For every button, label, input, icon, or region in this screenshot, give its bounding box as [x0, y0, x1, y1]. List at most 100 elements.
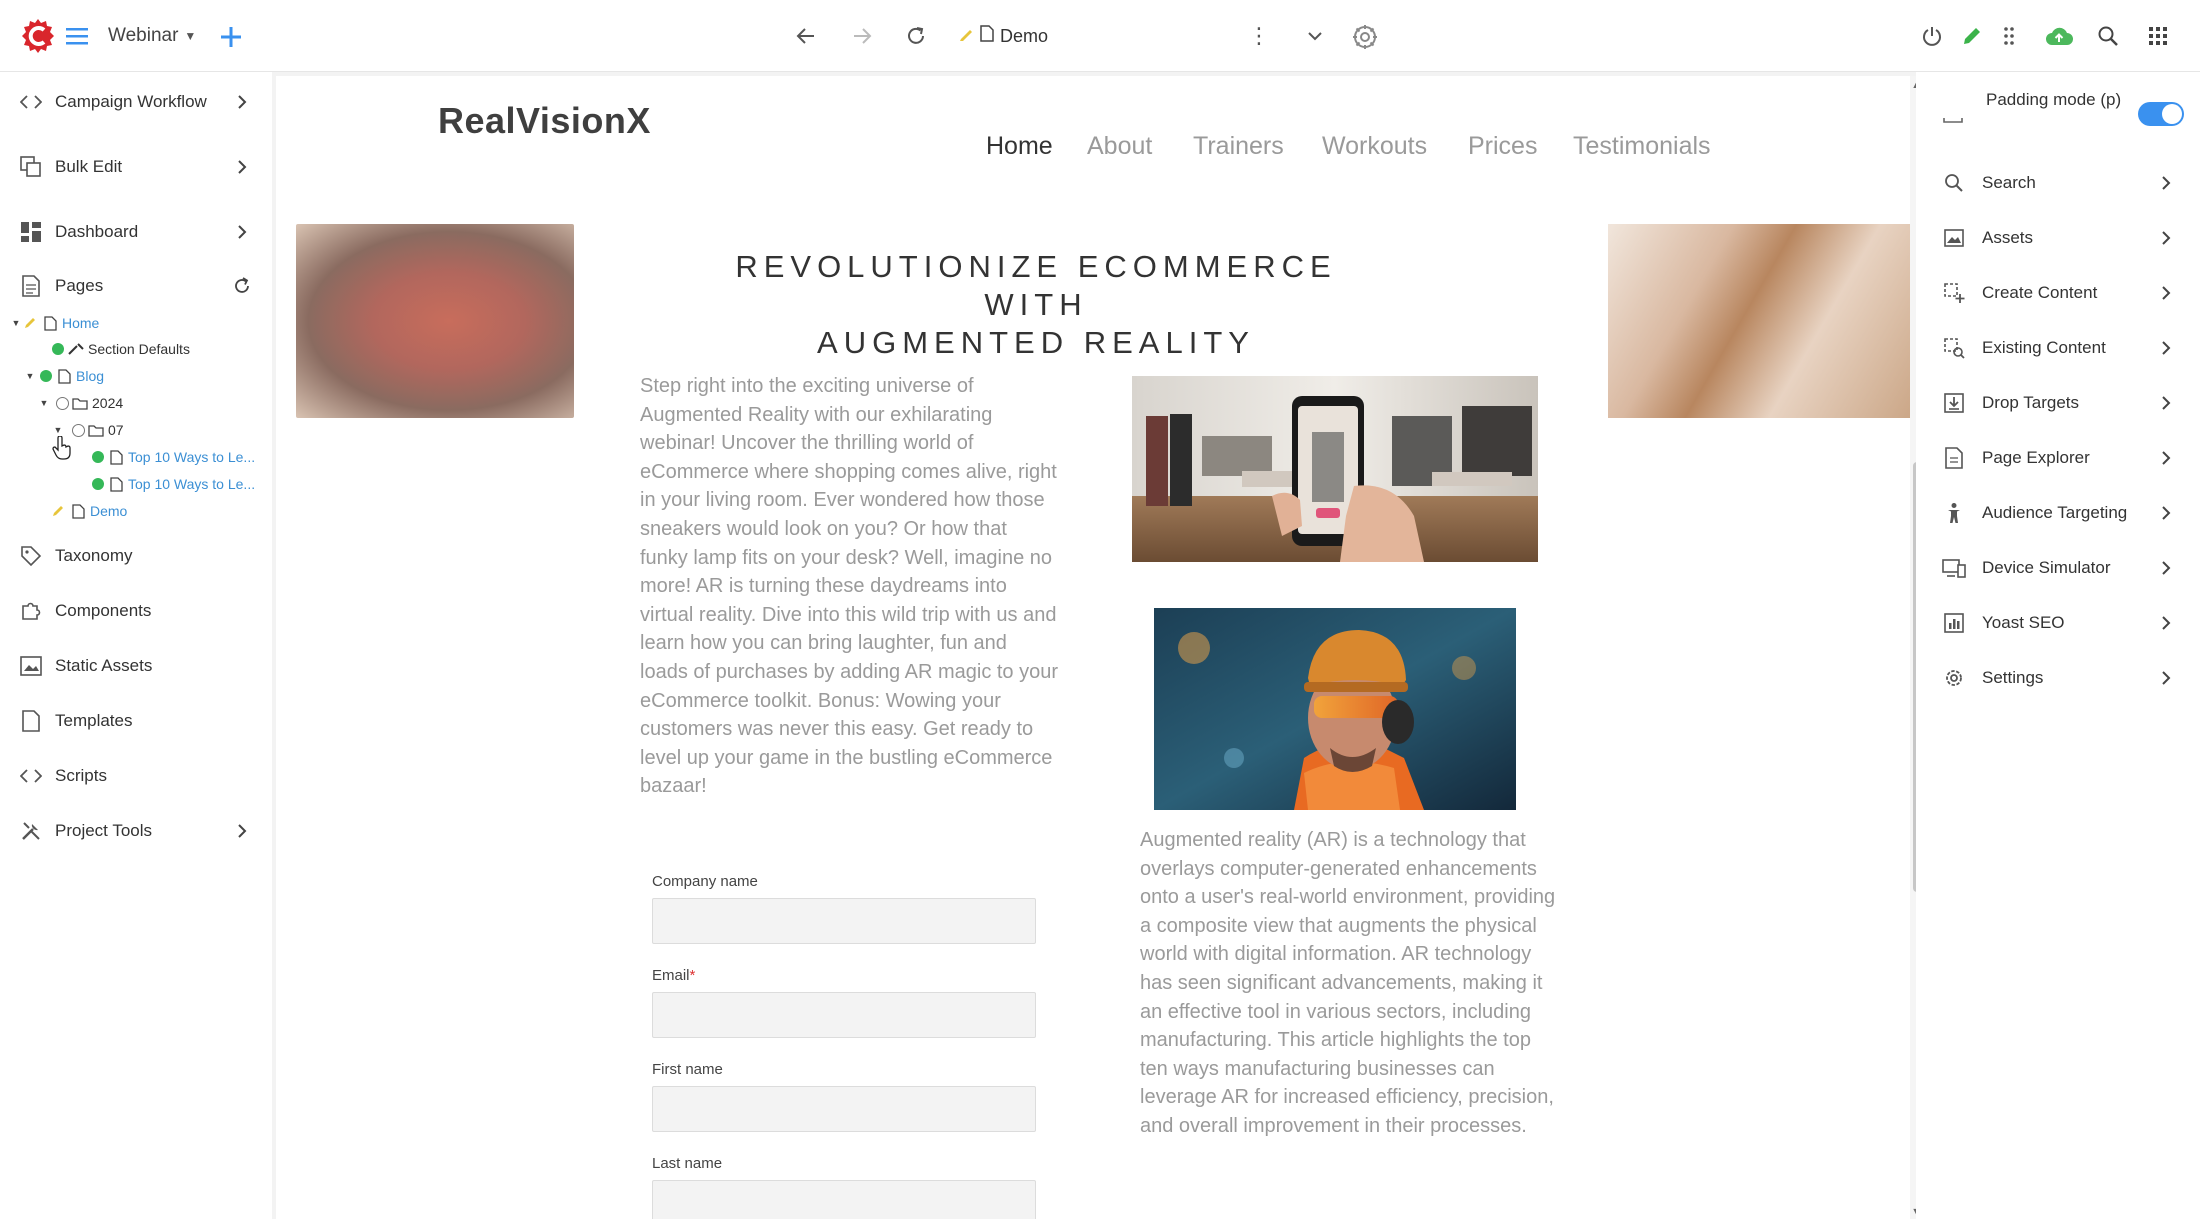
- email-input[interactable]: [652, 992, 1036, 1038]
- ar-article-paragraph[interactable]: Augmented reality (AR) is a technology t…: [1140, 826, 1560, 1141]
- site-name: Webinar: [108, 25, 179, 46]
- company-name-input[interactable]: [652, 898, 1036, 944]
- chevron-right-icon: [232, 821, 252, 841]
- intro-paragraph[interactable]: Step right into the exciting universe of…: [640, 372, 1060, 801]
- menu-icon[interactable]: [62, 20, 94, 52]
- panel-item-search[interactable]: Search: [1920, 158, 2200, 208]
- tree-node-demo[interactable]: Demo: [50, 498, 127, 524]
- tree-node-article-1[interactable]: Top 10 Ways to Le...: [92, 444, 255, 470]
- padding-mode-label: Padding mode (p): [1986, 90, 2122, 109]
- site-selector[interactable]: Webinar ▼: [108, 18, 196, 54]
- site-nav-prices[interactable]: Prices: [1468, 132, 1537, 161]
- power-icon[interactable]: [1916, 20, 1948, 52]
- page-icon: [980, 25, 994, 47]
- padding-icon: [1942, 108, 1964, 126]
- tree-node-label: Home: [62, 315, 100, 331]
- more-options-icon[interactable]: ⋮: [1244, 20, 1274, 52]
- tree-node-section-defaults[interactable]: Section Defaults: [52, 336, 190, 362]
- chevron-down-icon[interactable]: [1300, 20, 1330, 52]
- sidebar-item-dashboard[interactable]: Dashboard: [0, 205, 270, 259]
- tree-node-article-2[interactable]: Top 10 Ways to Le...: [92, 471, 255, 497]
- padding-mode-toggle[interactable]: [2138, 102, 2184, 126]
- page-icon: [18, 273, 44, 299]
- expand-toggle-icon[interactable]: ▼: [38, 397, 50, 409]
- forward-arrow-icon[interactable]: [846, 20, 878, 52]
- person-icon: [1942, 501, 1966, 525]
- scroll-down-icon[interactable]: ▼: [1910, 1206, 1916, 1216]
- site-nav-trainers[interactable]: Trainers: [1193, 132, 1284, 161]
- site-nav-about[interactable]: About: [1087, 132, 1152, 161]
- panel-item-audience-targeting[interactable]: Audience Targeting: [1920, 488, 2200, 538]
- sidebar-item-pages[interactable]: Pages: [0, 259, 270, 313]
- panel-item-create-content[interactable]: Create Content: [1920, 268, 2200, 318]
- scroll-up-icon[interactable]: ▲: [1910, 80, 1916, 90]
- toggle-knob: [2162, 104, 2182, 124]
- code-icon: [18, 89, 44, 115]
- last-name-input[interactable]: [652, 1180, 1036, 1219]
- folder-icon: [72, 395, 88, 411]
- panel-item-device-simulator[interactable]: Device Simulator: [1920, 543, 2200, 593]
- email-label: Email*: [652, 967, 696, 984]
- sidebar-item-project-tools[interactable]: Project Tools: [0, 804, 270, 858]
- site-nav-workouts[interactable]: Workouts: [1322, 132, 1427, 161]
- hero-title[interactable]: REVOLUTIONIZE ECOMMERCE WITH AUGMENTED R…: [686, 248, 1386, 362]
- page-preview: RealVisionX Home About Trainers Workouts…: [276, 76, 1916, 1219]
- site-nav-testimonials[interactable]: Testimonials: [1573, 132, 1711, 161]
- page-icon: [56, 368, 72, 384]
- edit-mode-pencil-icon[interactable]: [1956, 20, 1988, 52]
- panel-item-drop-targets[interactable]: Drop Targets: [1920, 378, 2200, 428]
- panel-item-label: Audience Targeting: [1982, 503, 2128, 522]
- top-toolbar: Webinar ▼ Demo ⋮: [0, 0, 2200, 72]
- sidebar-item-scripts[interactable]: Scripts: [0, 749, 270, 803]
- tree-node-blog[interactable]: ▼ Blog: [24, 363, 105, 389]
- panel-item-label: Search: [1982, 173, 2036, 192]
- panel-item-assets[interactable]: Assets: [1920, 213, 2200, 263]
- tree-node-2024[interactable]: ▼ 2024: [38, 390, 124, 416]
- ar-shopping-phone-image[interactable]: [1132, 376, 1538, 562]
- sidebar-item-label: Taxonomy: [55, 546, 133, 565]
- canvas-scrollbar-thumb[interactable]: [1913, 462, 1916, 892]
- status-dot: [92, 478, 104, 490]
- tree-node-home[interactable]: ▼ Home: [10, 310, 100, 336]
- publish-cloud-icon[interactable]: [2040, 20, 2078, 52]
- page-address-bar[interactable]: Demo: [950, 14, 1280, 58]
- caret-down-icon: ▼: [184, 29, 197, 43]
- panel-item-label: Settings: [1982, 668, 2044, 687]
- sidebar-item-components[interactable]: Components: [0, 584, 270, 638]
- tree-node-label: Blog: [76, 368, 105, 384]
- expand-toggle-icon[interactable]: ▼: [24, 370, 36, 382]
- site-settings-icon[interactable]: [1348, 20, 1382, 54]
- pencil-icon: [50, 503, 66, 519]
- reload-icon[interactable]: [900, 20, 932, 52]
- panel-item-yoast-seo[interactable]: Yoast SEO: [1920, 598, 2200, 648]
- hero-background-image-right: [1608, 224, 1916, 418]
- sidebar-item-label: Pages: [55, 276, 104, 295]
- search-icon[interactable]: [2092, 20, 2124, 52]
- sidebar-item-label: Dashboard: [55, 222, 139, 241]
- refresh-icon[interactable]: [232, 276, 252, 296]
- sidebar-item-templates[interactable]: Templates: [0, 694, 270, 748]
- chevron-right-icon: [2156, 558, 2176, 578]
- site-nav-home[interactable]: Home: [986, 132, 1053, 161]
- back-arrow-icon[interactable]: [790, 20, 822, 52]
- crafter-logo-icon[interactable]: [20, 16, 56, 56]
- sidebar-item-label: Campaign Workflow: [55, 92, 207, 111]
- site-brand[interactable]: RealVisionX: [438, 100, 651, 142]
- sidebar-item-campaign-workflow[interactable]: Campaign Workflow: [0, 75, 270, 129]
- drag-grip-icon[interactable]: [1996, 20, 2022, 52]
- panel-item-existing-content[interactable]: Existing Content: [1920, 323, 2200, 373]
- page-icon: [108, 449, 124, 465]
- ar-worker-headset-image[interactable]: [1154, 608, 1516, 810]
- add-icon[interactable]: [214, 20, 248, 54]
- panel-item-page-explorer[interactable]: Page Explorer: [1920, 433, 2200, 483]
- apps-grid-icon[interactable]: [2142, 20, 2174, 52]
- sidebar-item-static-assets[interactable]: Static Assets: [0, 639, 270, 693]
- sidebar-item-bulk-edit[interactable]: Bulk Edit: [0, 140, 270, 194]
- panel-item-label: Create Content: [1982, 283, 2098, 302]
- expand-toggle-icon[interactable]: ▼: [52, 424, 64, 436]
- first-name-input[interactable]: [652, 1086, 1036, 1132]
- panel-item-label: Assets: [1982, 228, 2034, 247]
- panel-item-settings[interactable]: Settings: [1920, 653, 2200, 703]
- sidebar-item-taxonomy[interactable]: Taxonomy: [0, 529, 270, 583]
- expand-toggle-icon[interactable]: ▼: [10, 317, 22, 329]
